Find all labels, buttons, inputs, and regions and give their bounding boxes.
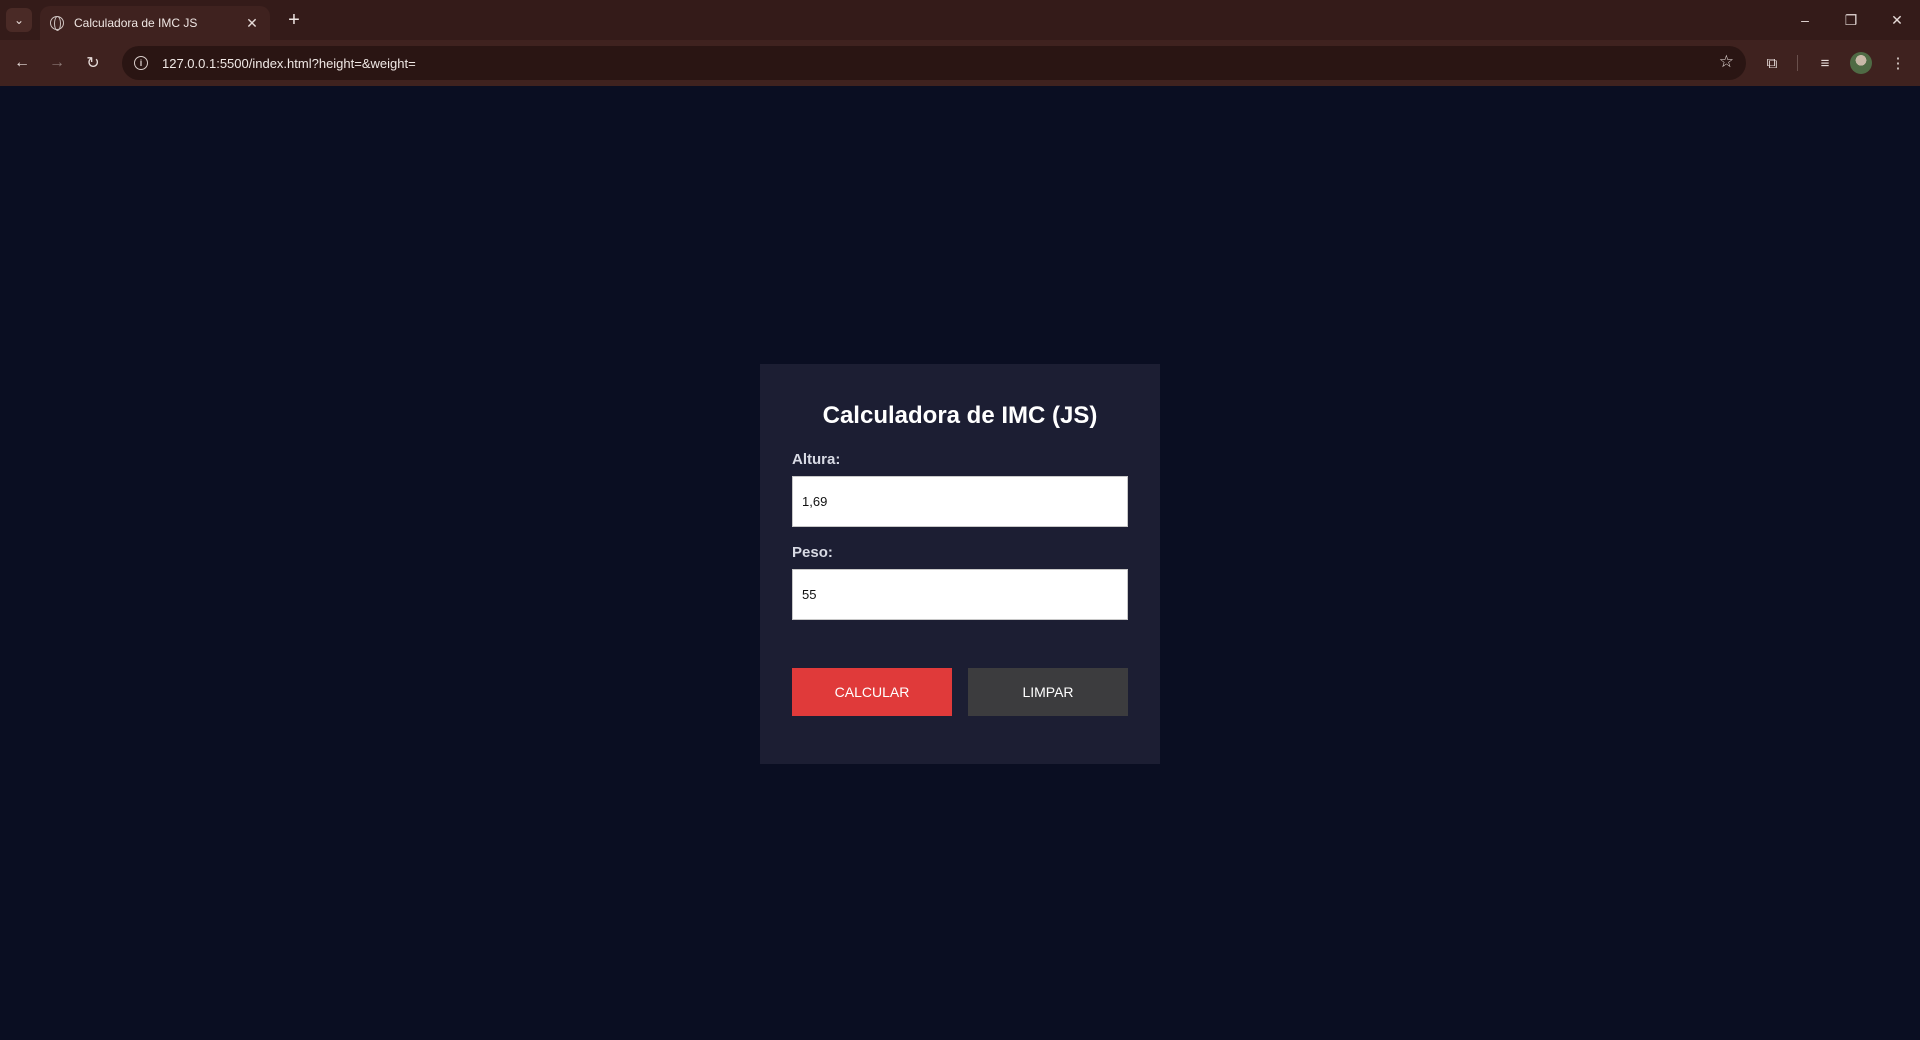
minimize-icon: – xyxy=(1801,12,1809,28)
media-controls-icon[interactable]: ≡ xyxy=(1813,51,1837,75)
weight-label: Peso: xyxy=(792,544,833,561)
toolbar-divider xyxy=(1797,55,1798,71)
globe-icon xyxy=(50,16,64,31)
browser-tab[interactable]: Calculadora de IMC JS ✕ xyxy=(40,6,270,40)
calculate-button[interactable]: CALCULAR xyxy=(792,668,952,716)
site-info-icon[interactable]: i xyxy=(134,56,148,70)
address-bar[interactable]: i 127.0.0.1:5500/index.html?height=&weig… xyxy=(122,46,1746,80)
extensions-icon[interactable]: ⧉ xyxy=(1760,51,1784,75)
height-input[interactable] xyxy=(792,476,1128,527)
minimize-button[interactable]: – xyxy=(1782,6,1828,34)
tab-title: Calculadora de IMC JS xyxy=(74,16,198,30)
plus-icon: + xyxy=(288,8,300,31)
restore-button[interactable]: ❐ xyxy=(1828,6,1874,34)
profile-avatar[interactable] xyxy=(1850,52,1872,74)
weight-input[interactable] xyxy=(792,569,1128,620)
window-close-button[interactable]: ✕ xyxy=(1874,6,1920,34)
menu-kebab-icon[interactable]: ⋮ xyxy=(1886,51,1910,75)
tab-strip: ⌄ Calculadora de IMC JS ✕ + – ❐ ✕ xyxy=(0,0,1920,40)
form-actions: CALCULAR LIMPAR xyxy=(792,668,1128,716)
url-text: 127.0.0.1:5500/index.html?height=&weight… xyxy=(162,55,416,71)
reload-icon: ↻ xyxy=(86,55,100,72)
forward-button[interactable]: → xyxy=(43,49,71,77)
tab-search-button[interactable]: ⌄ xyxy=(6,8,32,32)
arrow-right-icon: → xyxy=(49,54,65,71)
restore-icon: ❐ xyxy=(1844,11,1858,28)
page-title: Calculadora de IMC (JS) xyxy=(822,402,1098,429)
browser-toolbar: ← → ↻ i 127.0.0.1:5500/index.html?height… xyxy=(0,40,1920,86)
close-icon: ✕ xyxy=(1891,11,1903,28)
chevron-down-icon: ⌄ xyxy=(13,13,25,27)
height-label: Altura: xyxy=(792,451,841,468)
arrow-left-icon: ← xyxy=(14,54,30,71)
new-tab-button[interactable]: + xyxy=(282,8,306,32)
back-button[interactable]: ← xyxy=(8,49,36,77)
clear-button[interactable]: LIMPAR xyxy=(968,668,1128,716)
close-icon[interactable]: ✕ xyxy=(244,15,260,32)
bookmark-star-icon[interactable]: ☆ xyxy=(1719,52,1734,72)
reload-button[interactable]: ↻ xyxy=(79,49,107,77)
bmi-calculator-card: Calculadora de IMC (JS) Altura: Peso: CA… xyxy=(760,364,1160,764)
